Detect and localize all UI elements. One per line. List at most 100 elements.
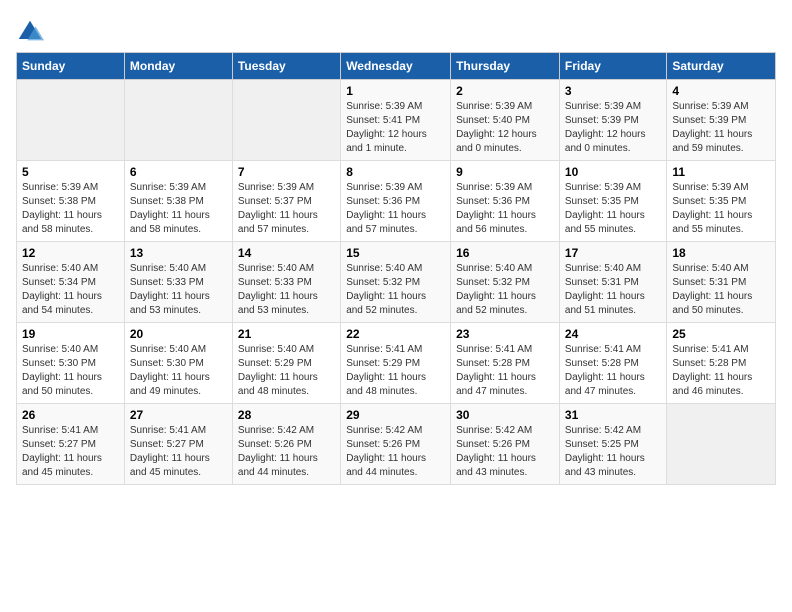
header-sunday: Sunday xyxy=(17,53,125,80)
cell-date-number: 1 xyxy=(346,84,445,98)
cell-date-number: 10 xyxy=(565,165,661,179)
calendar-cell: 5 Sunrise: 5:39 AM Sunset: 5:38 PM Daylig… xyxy=(17,161,125,242)
cell-info-text: Sunrise: 5:40 AM Sunset: 5:30 PM Dayligh… xyxy=(22,343,119,399)
cell-info-text: Sunrise: 5:40 AM Sunset: 5:31 PM Dayligh… xyxy=(565,262,661,318)
cell-info-text: Sunrise: 5:41 AM Sunset: 5:29 PM Dayligh… xyxy=(346,343,445,399)
cell-date-number: 24 xyxy=(565,327,661,341)
cell-date-number: 2 xyxy=(456,84,554,98)
calendar-cell: 27 Sunrise: 5:41 AM Sunset: 5:27 PM Dayli… xyxy=(124,404,232,485)
week-row-1: 1Sunrise: 5:39 AM Sunset: 5:41 PM Daylig… xyxy=(17,80,776,161)
calendar-cell: 24 Sunrise: 5:41 AM Sunset: 5:28 PM Dayli… xyxy=(559,323,666,404)
calendar-cell: 4Sunrise: 5:39 AM Sunset: 5:39 PM Daylig… xyxy=(667,80,776,161)
week-row-5: 26Sunrise: 5:41 AM Sunset: 5:27 PM Dayli… xyxy=(17,404,776,485)
header-row: SundayMondayTuesdayWednesdayThursdayFrid… xyxy=(17,53,776,80)
calendar-cell: 21Sunrise: 5:40 AM Sunset: 5:29 PM Dayli… xyxy=(232,323,340,404)
calendar-cell: 15 Sunrise: 5:40 AM Sunset: 5:32 PM Dayli… xyxy=(341,242,451,323)
cell-info-text: Sunrise: 5:39 AM Sunset: 5:38 PM Dayligh… xyxy=(22,181,119,237)
cell-info-text: Sunrise: 5:39 AM Sunset: 5:36 PM Dayligh… xyxy=(346,181,445,237)
week-row-3: 12 Sunrise: 5:40 AM Sunset: 5:34 PM Dayli… xyxy=(17,242,776,323)
cell-date-number: 25 xyxy=(672,327,770,341)
cell-date-number: 12 xyxy=(22,246,119,260)
calendar-body: 1Sunrise: 5:39 AM Sunset: 5:41 PM Daylig… xyxy=(17,80,776,485)
calendar-cell xyxy=(667,404,776,485)
calendar-cell: 25 Sunrise: 5:41 AM Sunset: 5:28 PM Dayli… xyxy=(667,323,776,404)
calendar-cell: 30 Sunrise: 5:42 AM Sunset: 5:26 PM Dayli… xyxy=(451,404,560,485)
calendar-cell: 10 Sunrise: 5:39 AM Sunset: 5:35 PM Dayli… xyxy=(559,161,666,242)
cell-date-number: 31 xyxy=(565,408,661,422)
header-thursday: Thursday xyxy=(451,53,560,80)
header-monday: Monday xyxy=(124,53,232,80)
cell-date-number: 30 xyxy=(456,408,554,422)
cell-info-text: Sunrise: 5:40 AM Sunset: 5:31 PM Dayligh… xyxy=(672,262,770,318)
cell-date-number: 8 xyxy=(346,165,445,179)
cell-info-text: Sunrise: 5:41 AM Sunset: 5:27 PM Dayligh… xyxy=(130,424,227,480)
cell-date-number: 27 xyxy=(130,408,227,422)
calendar-cell: 3Sunrise: 5:39 AM Sunset: 5:39 PM Daylig… xyxy=(559,80,666,161)
cell-info-text: Sunrise: 5:42 AM Sunset: 5:26 PM Dayligh… xyxy=(456,424,554,480)
calendar-cell: 13Sunrise: 5:40 AM Sunset: 5:33 PM Dayli… xyxy=(124,242,232,323)
calendar-cell: 9 Sunrise: 5:39 AM Sunset: 5:36 PM Daylig… xyxy=(451,161,560,242)
calendar-cell: 6 Sunrise: 5:39 AM Sunset: 5:38 PM Daylig… xyxy=(124,161,232,242)
calendar-cell: 16Sunrise: 5:40 AM Sunset: 5:32 PM Dayli… xyxy=(451,242,560,323)
cell-date-number: 13 xyxy=(130,246,227,260)
cell-info-text: Sunrise: 5:42 AM Sunset: 5:26 PM Dayligh… xyxy=(346,424,445,480)
cell-date-number: 7 xyxy=(238,165,335,179)
cell-date-number: 29 xyxy=(346,408,445,422)
calendar-table: SundayMondayTuesdayWednesdayThursdayFrid… xyxy=(16,52,776,485)
cell-info-text: Sunrise: 5:42 AM Sunset: 5:26 PM Dayligh… xyxy=(238,424,335,480)
logo-icon xyxy=(16,18,44,46)
calendar-cell: 7 Sunrise: 5:39 AM Sunset: 5:37 PM Daylig… xyxy=(232,161,340,242)
calendar-cell: 31 Sunrise: 5:42 AM Sunset: 5:25 PM Dayli… xyxy=(559,404,666,485)
calendar-cell xyxy=(17,80,125,161)
header-friday: Friday xyxy=(559,53,666,80)
calendar-cell: 29 Sunrise: 5:42 AM Sunset: 5:26 PM Dayli… xyxy=(341,404,451,485)
cell-date-number: 23 xyxy=(456,327,554,341)
calendar-cell: 23 Sunrise: 5:41 AM Sunset: 5:28 PM Dayli… xyxy=(451,323,560,404)
cell-info-text: Sunrise: 5:40 AM Sunset: 5:30 PM Dayligh… xyxy=(130,343,227,399)
cell-info-text: Sunrise: 5:40 AM Sunset: 5:32 PM Dayligh… xyxy=(346,262,445,318)
cell-info-text: Sunrise: 5:40 AM Sunset: 5:33 PM Dayligh… xyxy=(238,262,335,318)
cell-info-text: Sunrise: 5:39 AM Sunset: 5:39 PM Dayligh… xyxy=(672,100,770,156)
cell-info-text: Sunrise: 5:39 AM Sunset: 5:37 PM Dayligh… xyxy=(238,181,335,237)
cell-date-number: 16 xyxy=(456,246,554,260)
calendar-cell: 17 Sunrise: 5:40 AM Sunset: 5:31 PM Dayli… xyxy=(559,242,666,323)
header-tuesday: Tuesday xyxy=(232,53,340,80)
cell-date-number: 28 xyxy=(238,408,335,422)
calendar-cell xyxy=(124,80,232,161)
header-saturday: Saturday xyxy=(667,53,776,80)
cell-info-text: Sunrise: 5:41 AM Sunset: 5:28 PM Dayligh… xyxy=(672,343,770,399)
cell-date-number: 5 xyxy=(22,165,119,179)
cell-date-number: 11 xyxy=(672,165,770,179)
calendar-cell: 14Sunrise: 5:40 AM Sunset: 5:33 PM Dayli… xyxy=(232,242,340,323)
calendar-cell: 18 Sunrise: 5:40 AM Sunset: 5:31 PM Dayli… xyxy=(667,242,776,323)
calendar-cell: 28 Sunrise: 5:42 AM Sunset: 5:26 PM Dayli… xyxy=(232,404,340,485)
cell-date-number: 15 xyxy=(346,246,445,260)
calendar-cell: 11 Sunrise: 5:39 AM Sunset: 5:35 PM Dayli… xyxy=(667,161,776,242)
cell-info-text: Sunrise: 5:40 AM Sunset: 5:34 PM Dayligh… xyxy=(22,262,119,318)
cell-date-number: 17 xyxy=(565,246,661,260)
calendar-cell: 19Sunrise: 5:40 AM Sunset: 5:30 PM Dayli… xyxy=(17,323,125,404)
calendar-cell xyxy=(232,80,340,161)
cell-date-number: 3 xyxy=(565,84,661,98)
cell-info-text: Sunrise: 5:41 AM Sunset: 5:28 PM Dayligh… xyxy=(565,343,661,399)
calendar-cell: 26Sunrise: 5:41 AM Sunset: 5:27 PM Dayli… xyxy=(17,404,125,485)
cell-info-text: Sunrise: 5:39 AM Sunset: 5:38 PM Dayligh… xyxy=(130,181,227,237)
cell-date-number: 9 xyxy=(456,165,554,179)
calendar-cell: 20 Sunrise: 5:40 AM Sunset: 5:30 PM Dayli… xyxy=(124,323,232,404)
calendar-cell: 1Sunrise: 5:39 AM Sunset: 5:41 PM Daylig… xyxy=(341,80,451,161)
calendar-header: SundayMondayTuesdayWednesdayThursdayFrid… xyxy=(17,53,776,80)
calendar-cell: 8 Sunrise: 5:39 AM Sunset: 5:36 PM Daylig… xyxy=(341,161,451,242)
cell-info-text: Sunrise: 5:39 AM Sunset: 5:36 PM Dayligh… xyxy=(456,181,554,237)
calendar-cell: 22 Sunrise: 5:41 AM Sunset: 5:29 PM Dayli… xyxy=(341,323,451,404)
cell-info-text: Sunrise: 5:40 AM Sunset: 5:29 PM Dayligh… xyxy=(238,343,335,399)
cell-date-number: 18 xyxy=(672,246,770,260)
cell-date-number: 6 xyxy=(130,165,227,179)
cell-date-number: 20 xyxy=(130,327,227,341)
cell-info-text: Sunrise: 5:41 AM Sunset: 5:28 PM Dayligh… xyxy=(456,343,554,399)
cell-info-text: Sunrise: 5:42 AM Sunset: 5:25 PM Dayligh… xyxy=(565,424,661,480)
cell-info-text: Sunrise: 5:39 AM Sunset: 5:35 PM Dayligh… xyxy=(565,181,661,237)
logo xyxy=(16,16,48,44)
cell-date-number: 22 xyxy=(346,327,445,341)
page-header xyxy=(16,16,776,44)
cell-info-text: Sunrise: 5:39 AM Sunset: 5:35 PM Dayligh… xyxy=(672,181,770,237)
